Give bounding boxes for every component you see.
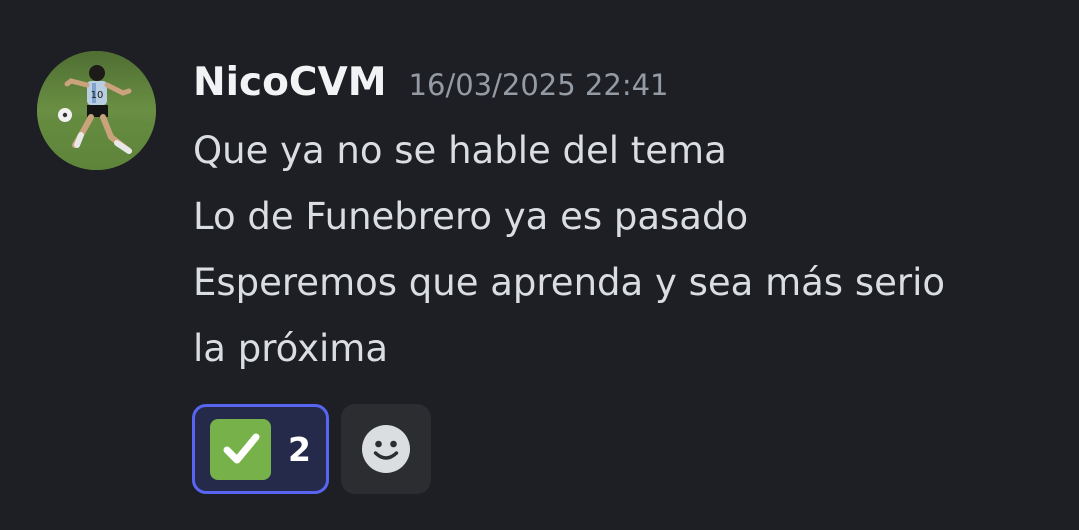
footballer-avatar-icon: 10 [37, 51, 156, 170]
username[interactable]: NicoCVM [193, 60, 387, 105]
white-check-mark-icon [210, 418, 271, 480]
message-line: la próxima [193, 327, 388, 370]
reactions-bar: 2 [192, 404, 431, 494]
message-line: Lo de Funebrero ya es pasado [193, 195, 749, 238]
timestamp[interactable]: 16/03/2025 22:41 [409, 68, 669, 102]
smiley-add-reaction-icon [362, 425, 410, 473]
reaction-count: 2 [288, 429, 311, 469]
message-line: Que ya no se hable del tema [193, 129, 727, 172]
chat-message: 10 NicoCVM 16/03/2025 22:41 Que ya no se… [0, 0, 1079, 530]
message-content: Que ya no se hable del tema Lo de Funebr… [193, 118, 1053, 382]
message-line: Esperemos que aprenda y sea más serio [193, 261, 945, 304]
svg-text:10: 10 [91, 90, 104, 101]
reaction-check-button[interactable]: 2 [192, 404, 329, 494]
message-header: NicoCVM 16/03/2025 22:41 [193, 60, 669, 112]
add-reaction-button[interactable] [341, 404, 431, 494]
avatar[interactable]: 10 [37, 51, 156, 170]
